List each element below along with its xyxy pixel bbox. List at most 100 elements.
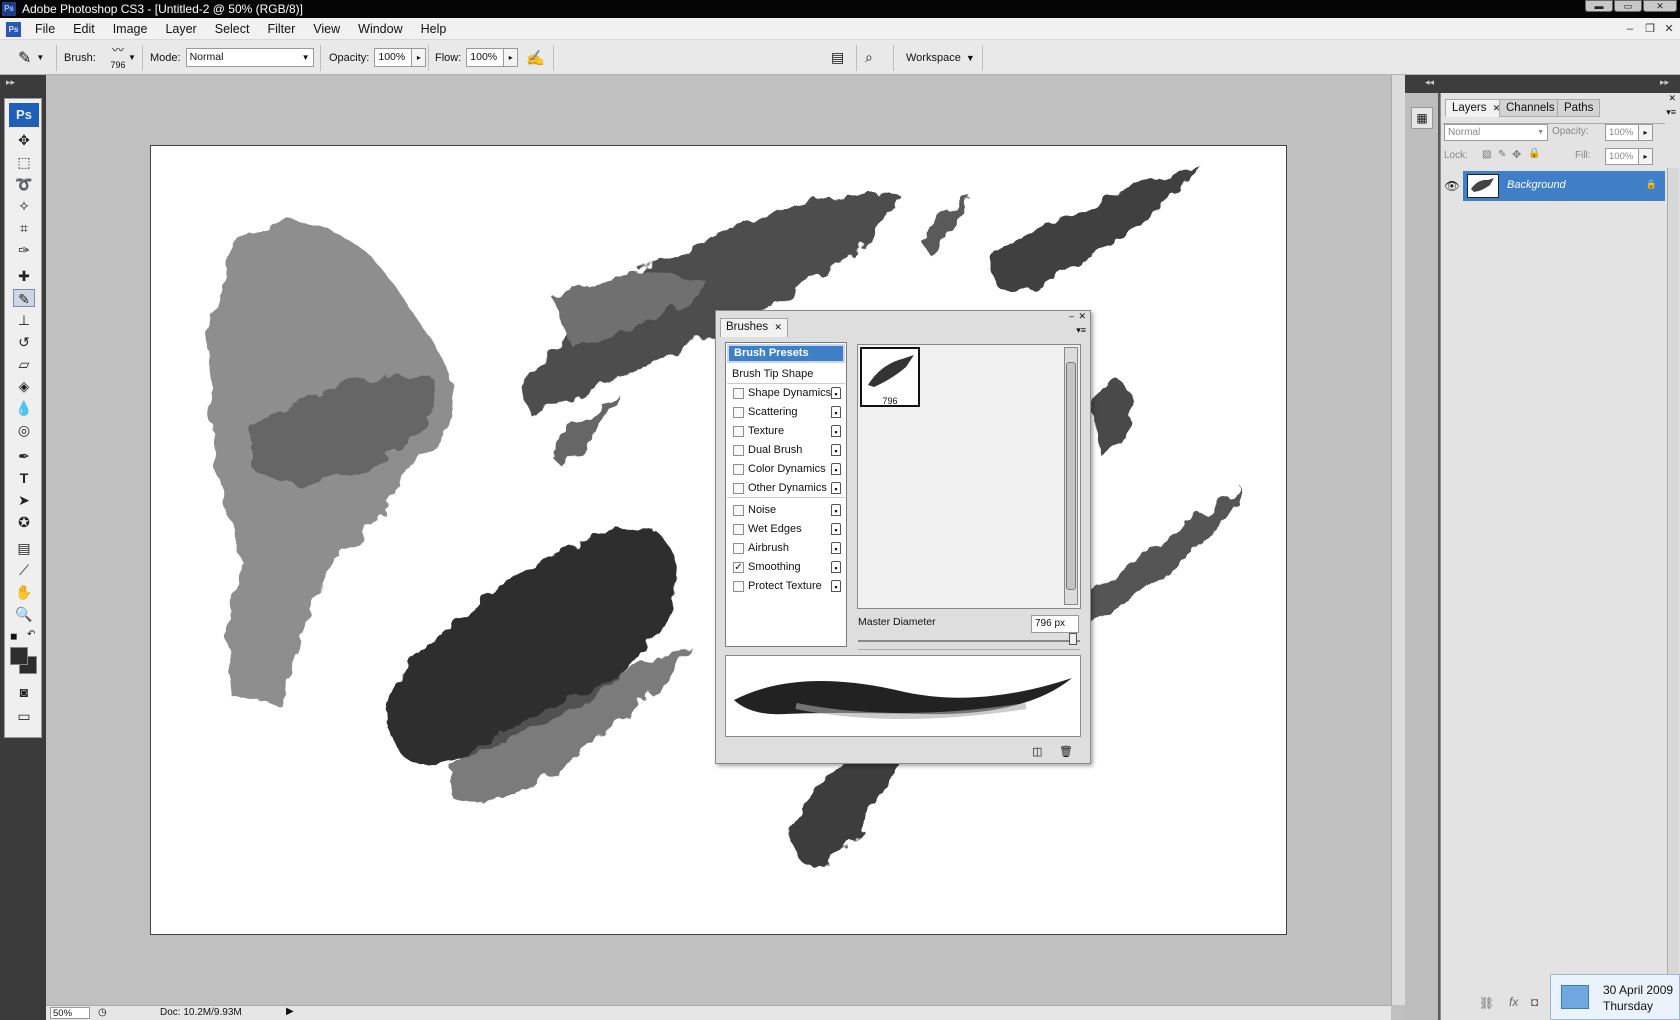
shape-dynamics-checkbox[interactable] [733, 388, 744, 399]
taskbar-clock[interactable]: 30 April 2009 Thursday [1550, 974, 1680, 1020]
airbrush-item[interactable]: Airbrush ▪ [727, 539, 845, 558]
lock-icon[interactable]: ▪ [831, 523, 841, 535]
panel-minimize-icon[interactable]: – [1069, 311, 1074, 321]
wet-edges-checkbox[interactable] [733, 524, 744, 535]
wet-edges-item[interactable]: Wet Edges ▪ [727, 520, 845, 539]
layer-name[interactable]: Background [1507, 179, 1566, 191]
visibility-eye-icon[interactable]: 👁 [1441, 171, 1463, 201]
brush-preset-thumb[interactable]: 796 [860, 347, 920, 407]
lock-icon[interactable]: ▪ [831, 580, 841, 592]
menu-edit[interactable]: Edit [64, 22, 104, 36]
other-dynamics-checkbox[interactable] [733, 483, 744, 494]
flow-slider-arrow-icon[interactable]: ▸ [504, 48, 519, 67]
foreground-color-swatch[interactable] [10, 647, 28, 665]
history-brush-tool-icon[interactable]: ↺ [13, 333, 35, 351]
marquee-tool-icon[interactable]: ⬚ [13, 153, 35, 171]
brush-tool-icon[interactable]: ✎ [13, 289, 35, 307]
lock-icon[interactable]: ▪ [831, 504, 841, 516]
lock-all-icon[interactable]: 🔒 [1528, 148, 1540, 159]
airbrush-toggle-icon[interactable]: ✍ [526, 40, 545, 75]
magic-wand-tool-icon[interactable]: ✧ [13, 197, 35, 215]
preset-grid-scrollbar[interactable] [1064, 347, 1078, 605]
new-brush-icon[interactable]: ◫ [1032, 745, 1042, 758]
collapse-arrows-icon[interactable]: ▸▸ [6, 77, 15, 88]
color-dynamics-item[interactable]: Color Dynamics ▪ [727, 460, 845, 479]
blend-mode-select[interactable]: Normal ▼ [1444, 124, 1548, 141]
scroll-thumb[interactable] [1066, 362, 1076, 590]
brush-tip-shape-item[interactable]: Brush Tip Shape [727, 365, 845, 384]
move-tool-icon[interactable]: ✥ [13, 131, 35, 149]
protect-texture-checkbox[interactable] [733, 581, 744, 592]
menu-select[interactable]: Select [206, 22, 259, 36]
workspace-menu[interactable]: Workspace ▼ [906, 40, 975, 75]
close-icon[interactable]: ✕ [774, 322, 782, 332]
link-layers-icon[interactable]: ⛓ [1479, 996, 1494, 1010]
lasso-tool-icon[interactable]: ➰ [13, 175, 35, 193]
flow-input[interactable]: 100% [466, 48, 505, 67]
eraser-tool-icon[interactable]: ▱ [13, 355, 35, 373]
smoothing-checkbox[interactable]: ✓ [733, 562, 744, 573]
menu-image[interactable]: Image [104, 22, 157, 36]
slice-tool-icon[interactable]: ✑ [13, 241, 35, 259]
menu-view[interactable]: View [304, 22, 349, 36]
master-diameter-slider-thumb[interactable] [1069, 633, 1078, 645]
vertical-scrollbar[interactable] [1391, 75, 1405, 1005]
hand-tool-icon[interactable]: ✋ [13, 583, 35, 601]
maximize-window-button[interactable]: ▭ [1614, 0, 1642, 12]
dual-brush-item[interactable]: Dual Brush ▪ [727, 441, 845, 460]
lock-icon[interactable]: ▪ [831, 444, 841, 456]
default-colors-icon[interactable]: ◼ [10, 631, 17, 642]
eyedropper-tool-icon[interactable]: ⟋ [13, 561, 35, 579]
collapse-left-icon[interactable]: ◂◂ [1425, 77, 1434, 88]
tool-preset-picker[interactable]: ✎ ▼ [18, 40, 44, 75]
brush-picker-arrow-icon[interactable]: ▼ [128, 40, 136, 75]
texture-item[interactable]: Texture ▪ [727, 422, 845, 441]
texture-checkbox[interactable] [733, 426, 744, 437]
history-panel-icon[interactable]: ▦ [1411, 107, 1433, 129]
pen-tool-icon[interactable]: ✒ [13, 447, 35, 465]
clone-stamp-tool-icon[interactable]: ⊥ [13, 311, 35, 329]
panel-scrollbar[interactable] [1667, 168, 1679, 1018]
master-diameter-track[interactable] [858, 640, 1080, 642]
lock-icon[interactable]: ▪ [831, 406, 841, 418]
palette-well-icon[interactable]: ▤ [831, 40, 844, 75]
minimize-window-button[interactable]: ▬ [1585, 0, 1613, 12]
tab-paths[interactable]: Paths [1557, 99, 1601, 117]
type-tool-icon[interactable]: T [13, 469, 35, 487]
airbrush-checkbox[interactable] [733, 543, 744, 554]
custom-shape-tool-icon[interactable]: ✪ [13, 513, 35, 531]
shape-dynamics-item[interactable]: Shape Dynamics ▪ [727, 384, 845, 403]
panel-close-icon[interactable]: ✕ [1668, 93, 1676, 104]
doc-minimize-icon[interactable]: – [1622, 22, 1638, 36]
fill-arrow-icon[interactable]: ▸ [1639, 148, 1653, 165]
close-window-button[interactable]: ✕ [1643, 0, 1677, 12]
healing-brush-tool-icon[interactable]: ✚ [13, 267, 35, 285]
layer-opacity-arrow-icon[interactable]: ▸ [1639, 124, 1653, 141]
panel-close-icon[interactable]: ✕ [1078, 311, 1086, 322]
menu-window[interactable]: Window [349, 22, 411, 36]
tab-layers[interactable]: Layers ✕ [1445, 99, 1508, 117]
panel-menu-icon[interactable]: ▾≡ [1666, 107, 1676, 118]
zoom-level-field[interactable]: 50% [50, 1007, 90, 1019]
lock-position-icon[interactable]: ✥ [1512, 148, 1521, 161]
brush-presets-item[interactable]: Brush Presets [727, 344, 845, 363]
protect-texture-item[interactable]: Protect Texture ▪ [727, 577, 845, 596]
menu-help[interactable]: Help [412, 22, 456, 36]
screen-mode-icon[interactable]: ▭ [13, 707, 35, 725]
dodge-tool-icon[interactable]: ◎ [13, 421, 35, 439]
zoom-tool-icon[interactable]: 🔍 [13, 605, 35, 623]
opacity-input[interactable]: 100% [374, 48, 413, 67]
menu-filter[interactable]: Filter [258, 22, 304, 36]
scattering-checkbox[interactable] [733, 407, 744, 418]
lock-icon[interactable]: ▪ [831, 561, 841, 573]
layer-row[interactable]: 👁 Background 🔒 [1441, 171, 1665, 201]
menu-layer[interactable]: Layer [156, 22, 205, 36]
panel-menu-icon[interactable]: ▾≡ [1076, 325, 1086, 336]
scattering-item[interactable]: Scattering ▪ [727, 403, 845, 422]
tab-brushes[interactable]: Brushes ✕ [720, 318, 788, 337]
dual-brush-checkbox[interactable] [733, 445, 744, 456]
opacity-slider-arrow-icon[interactable]: ▸ [412, 48, 427, 67]
lock-transparent-icon[interactable]: ▨ [1482, 149, 1491, 160]
other-dynamics-item[interactable]: Other Dynamics ▪ [727, 479, 845, 498]
lock-icon[interactable]: ▪ [831, 542, 841, 554]
